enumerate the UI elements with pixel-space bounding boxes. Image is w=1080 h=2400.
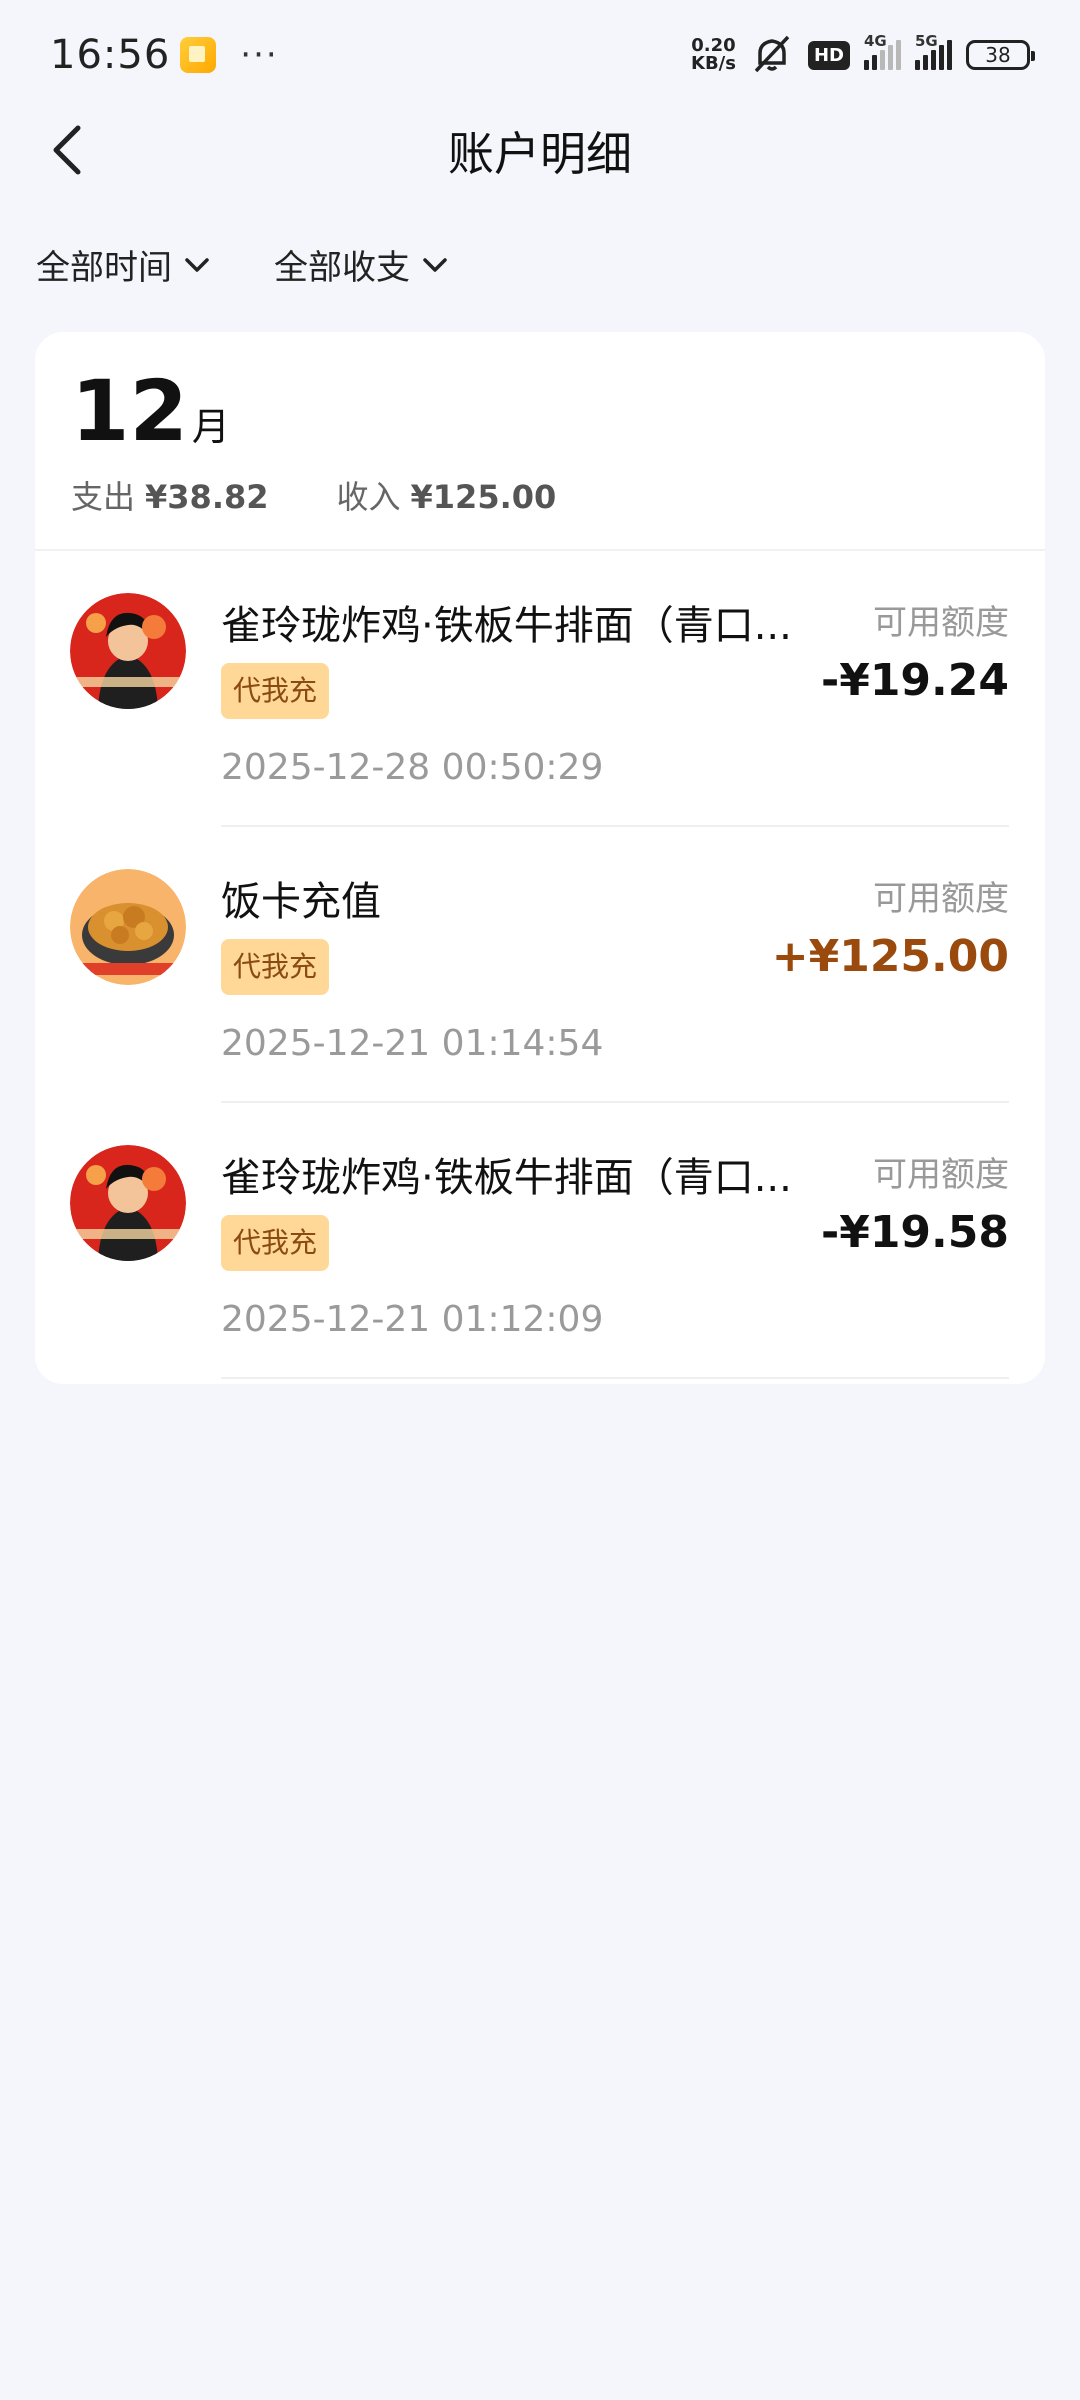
income-summary: 收入 ¥125.00 [337,472,557,518]
fried-chicken-shop-logo-icon [70,1145,186,1261]
merchant-avatar [70,869,186,985]
type-filter-label: 全部收支 [274,248,410,288]
chevron-down-icon [423,257,447,272]
transaction-row[interactable]: 雀玲珑炸鸡·铁板牛排面（青口... 代我充 2025-12-21 01:12:0… [35,1103,1045,1379]
status-bar: 16:56 ··· 0.20 KB/s HD 4G 5G 38 [0,0,1080,110]
recharge-badge: 代我充 [221,663,330,719]
filter-bar: 全部时间 全部收支 [36,240,448,289]
income-amount: ¥125.00 [410,478,557,516]
chevron-down-icon [185,257,209,272]
page-title: 账户明细 [448,127,632,181]
recharge-badge: 代我充 [221,939,330,995]
row-divider [221,1377,1009,1379]
month-summary: 支出 ¥38.82 收入 ¥125.00 [71,472,556,518]
month-number: 12 [71,362,188,460]
expense-summary: 支出 ¥38.82 [71,472,269,518]
meal-card-logo-icon [70,869,186,985]
network-speed: 0.20 KB/s [691,35,736,74]
transaction-amount: -¥19.24 [820,655,1009,706]
transaction-amount: +¥125.00 [771,931,1009,982]
fried-chicken-shop-logo-icon [70,593,186,709]
time-filter-label: 全部时间 [36,248,172,288]
transaction-date: 2025-12-21 01:14:54 [221,1023,604,1064]
hd-voice-icon: HD [807,40,850,70]
income-label: 收入 [336,478,401,516]
more-notifications-icon: ··· [240,35,279,75]
type-filter-dropdown[interactable]: 全部收支 [274,240,448,289]
transaction-amount: -¥19.58 [820,1207,1009,1258]
month-unit: 月 [191,405,230,449]
transaction-title: 饭卡充值 [221,879,381,925]
balance-type-label: 可用额度 [873,1155,1009,1195]
merchant-avatar [70,593,186,709]
month-heading: 12 月 [71,362,230,460]
transaction-date: 2025-12-28 00:50:29 [221,747,604,788]
transaction-title: 雀玲珑炸鸡·铁板牛排面（青口... [221,1155,792,1201]
balance-type-label: 可用额度 [873,879,1009,919]
expense-label: 支出 [71,478,136,516]
expense-amount: ¥38.82 [145,478,269,516]
transaction-row[interactable]: 雀玲珑炸鸡·铁板牛排面（青口... 代我充 2025-12-28 00:50:2… [35,551,1045,827]
transaction-row[interactable]: 饭卡充值 代我充 2025-12-21 01:14:54 可用额度 +¥125.… [35,827,1045,1103]
notification-app-icon [180,37,217,73]
recharge-badge: 代我充 [221,1215,330,1271]
status-time: 16:56 [50,32,171,78]
balance-type-label: 可用额度 [873,603,1009,643]
month-card: 12 月 支出 ¥38.82 收入 ¥125.00 雀玲珑炸鸡·铁板牛排面（青口...… [35,332,1045,1384]
transaction-title: 雀玲珑炸鸡·铁板牛排面（青口... [221,603,792,649]
transaction-date: 2025-12-21 01:12:09 [221,1299,604,1340]
time-filter-dropdown[interactable]: 全部时间 [36,240,210,289]
header: 账户明细 [0,110,1080,190]
mute-bell-icon [754,35,790,73]
signal-4g-icon: 4G [864,32,901,70]
signal-5g-icon: 5G [915,32,952,70]
merchant-avatar [70,1145,186,1261]
battery-icon: 38 [966,40,1035,70]
